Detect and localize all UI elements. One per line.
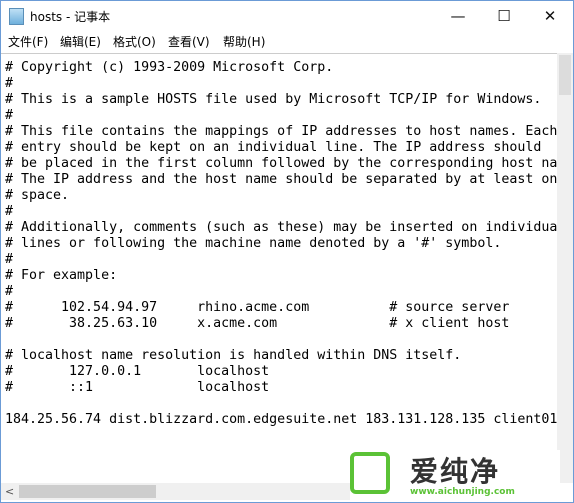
window-title: hosts - 记事本 — [30, 10, 111, 24]
menu-view[interactable]: 查看(V) — [168, 33, 210, 50]
text-line: # lines or following the machine name de… — [5, 236, 502, 251]
text-line: # — [5, 252, 14, 267]
scroll-left-arrow[interactable]: < — [5, 483, 14, 500]
text-line: # be placed in the first column followed… — [5, 156, 557, 171]
text-line: # Additionally, comments (such as these)… — [5, 220, 557, 235]
menu-file[interactable]: 文件(F) — [8, 33, 48, 50]
menu-bar: 文件(F) 编辑(E) 格式(O) 查看(V) 帮助(H) — [1, 31, 573, 51]
watermark-logo-icon — [350, 452, 390, 494]
text-line: # — [5, 76, 14, 91]
maximize-button[interactable]: ☐ — [481, 1, 527, 31]
text-line: # — [5, 284, 14, 299]
horizontal-scroll-thumb[interactable] — [19, 485, 156, 498]
text-line: # ::1 localhost — [5, 380, 270, 395]
menu-help[interactable]: 帮助(H) — [223, 33, 265, 50]
minimize-button[interactable]: — — [435, 1, 481, 31]
text-line: # — [5, 108, 14, 123]
vertical-scroll-thumb[interactable] — [559, 55, 571, 95]
text-line: # 102.54.94.97 rhino.acme.com # source s… — [5, 300, 510, 315]
menu-format[interactable]: 格式(O) — [113, 33, 156, 50]
notepad-icon — [9, 8, 24, 25]
text-line: # This is a sample HOSTS file used by Mi… — [5, 92, 542, 107]
text-line: # — [5, 204, 14, 219]
text-editor[interactable]: # Copyright (c) 1993-2009 Microsoft Corp… — [1, 53, 557, 484]
vertical-scrollbar[interactable] — [557, 53, 573, 483]
notepad-window: hosts - 记事本 — ☐ ✕ 文件(F) 编辑(E) 格式(O) 查看(V… — [0, 0, 574, 503]
text-line: 184.25.56.74 dist.blizzard.com.edgesuite… — [5, 412, 557, 427]
close-button[interactable]: ✕ — [527, 1, 573, 31]
text-line: # space. — [5, 188, 70, 203]
watermark-url: www.aichunjing.com — [410, 487, 515, 497]
text-line: # localhost name resolution is handled w… — [5, 348, 462, 363]
text-line: # For example: — [5, 268, 118, 283]
watermark-text: 爱纯净 — [410, 455, 501, 488]
text-line: # Copyright (c) 1993-2009 Microsoft Corp… — [5, 60, 334, 75]
menu-edit[interactable]: 编辑(E) — [60, 33, 101, 50]
text-line: # The IP address and the host name shoul… — [5, 172, 557, 187]
text-line: # 127.0.0.1 localhost — [5, 364, 270, 379]
text-line: # 38.25.63.10 x.acme.com # x client host — [5, 316, 510, 331]
watermark: 爱纯净 www.aichunjing.com — [350, 450, 560, 500]
text-line: # entry should be kept on an individual … — [5, 140, 542, 155]
text-line: # This file contains the mappings of IP … — [5, 124, 557, 139]
title-bar: hosts - 记事本 — ☐ ✕ — [1, 1, 573, 31]
